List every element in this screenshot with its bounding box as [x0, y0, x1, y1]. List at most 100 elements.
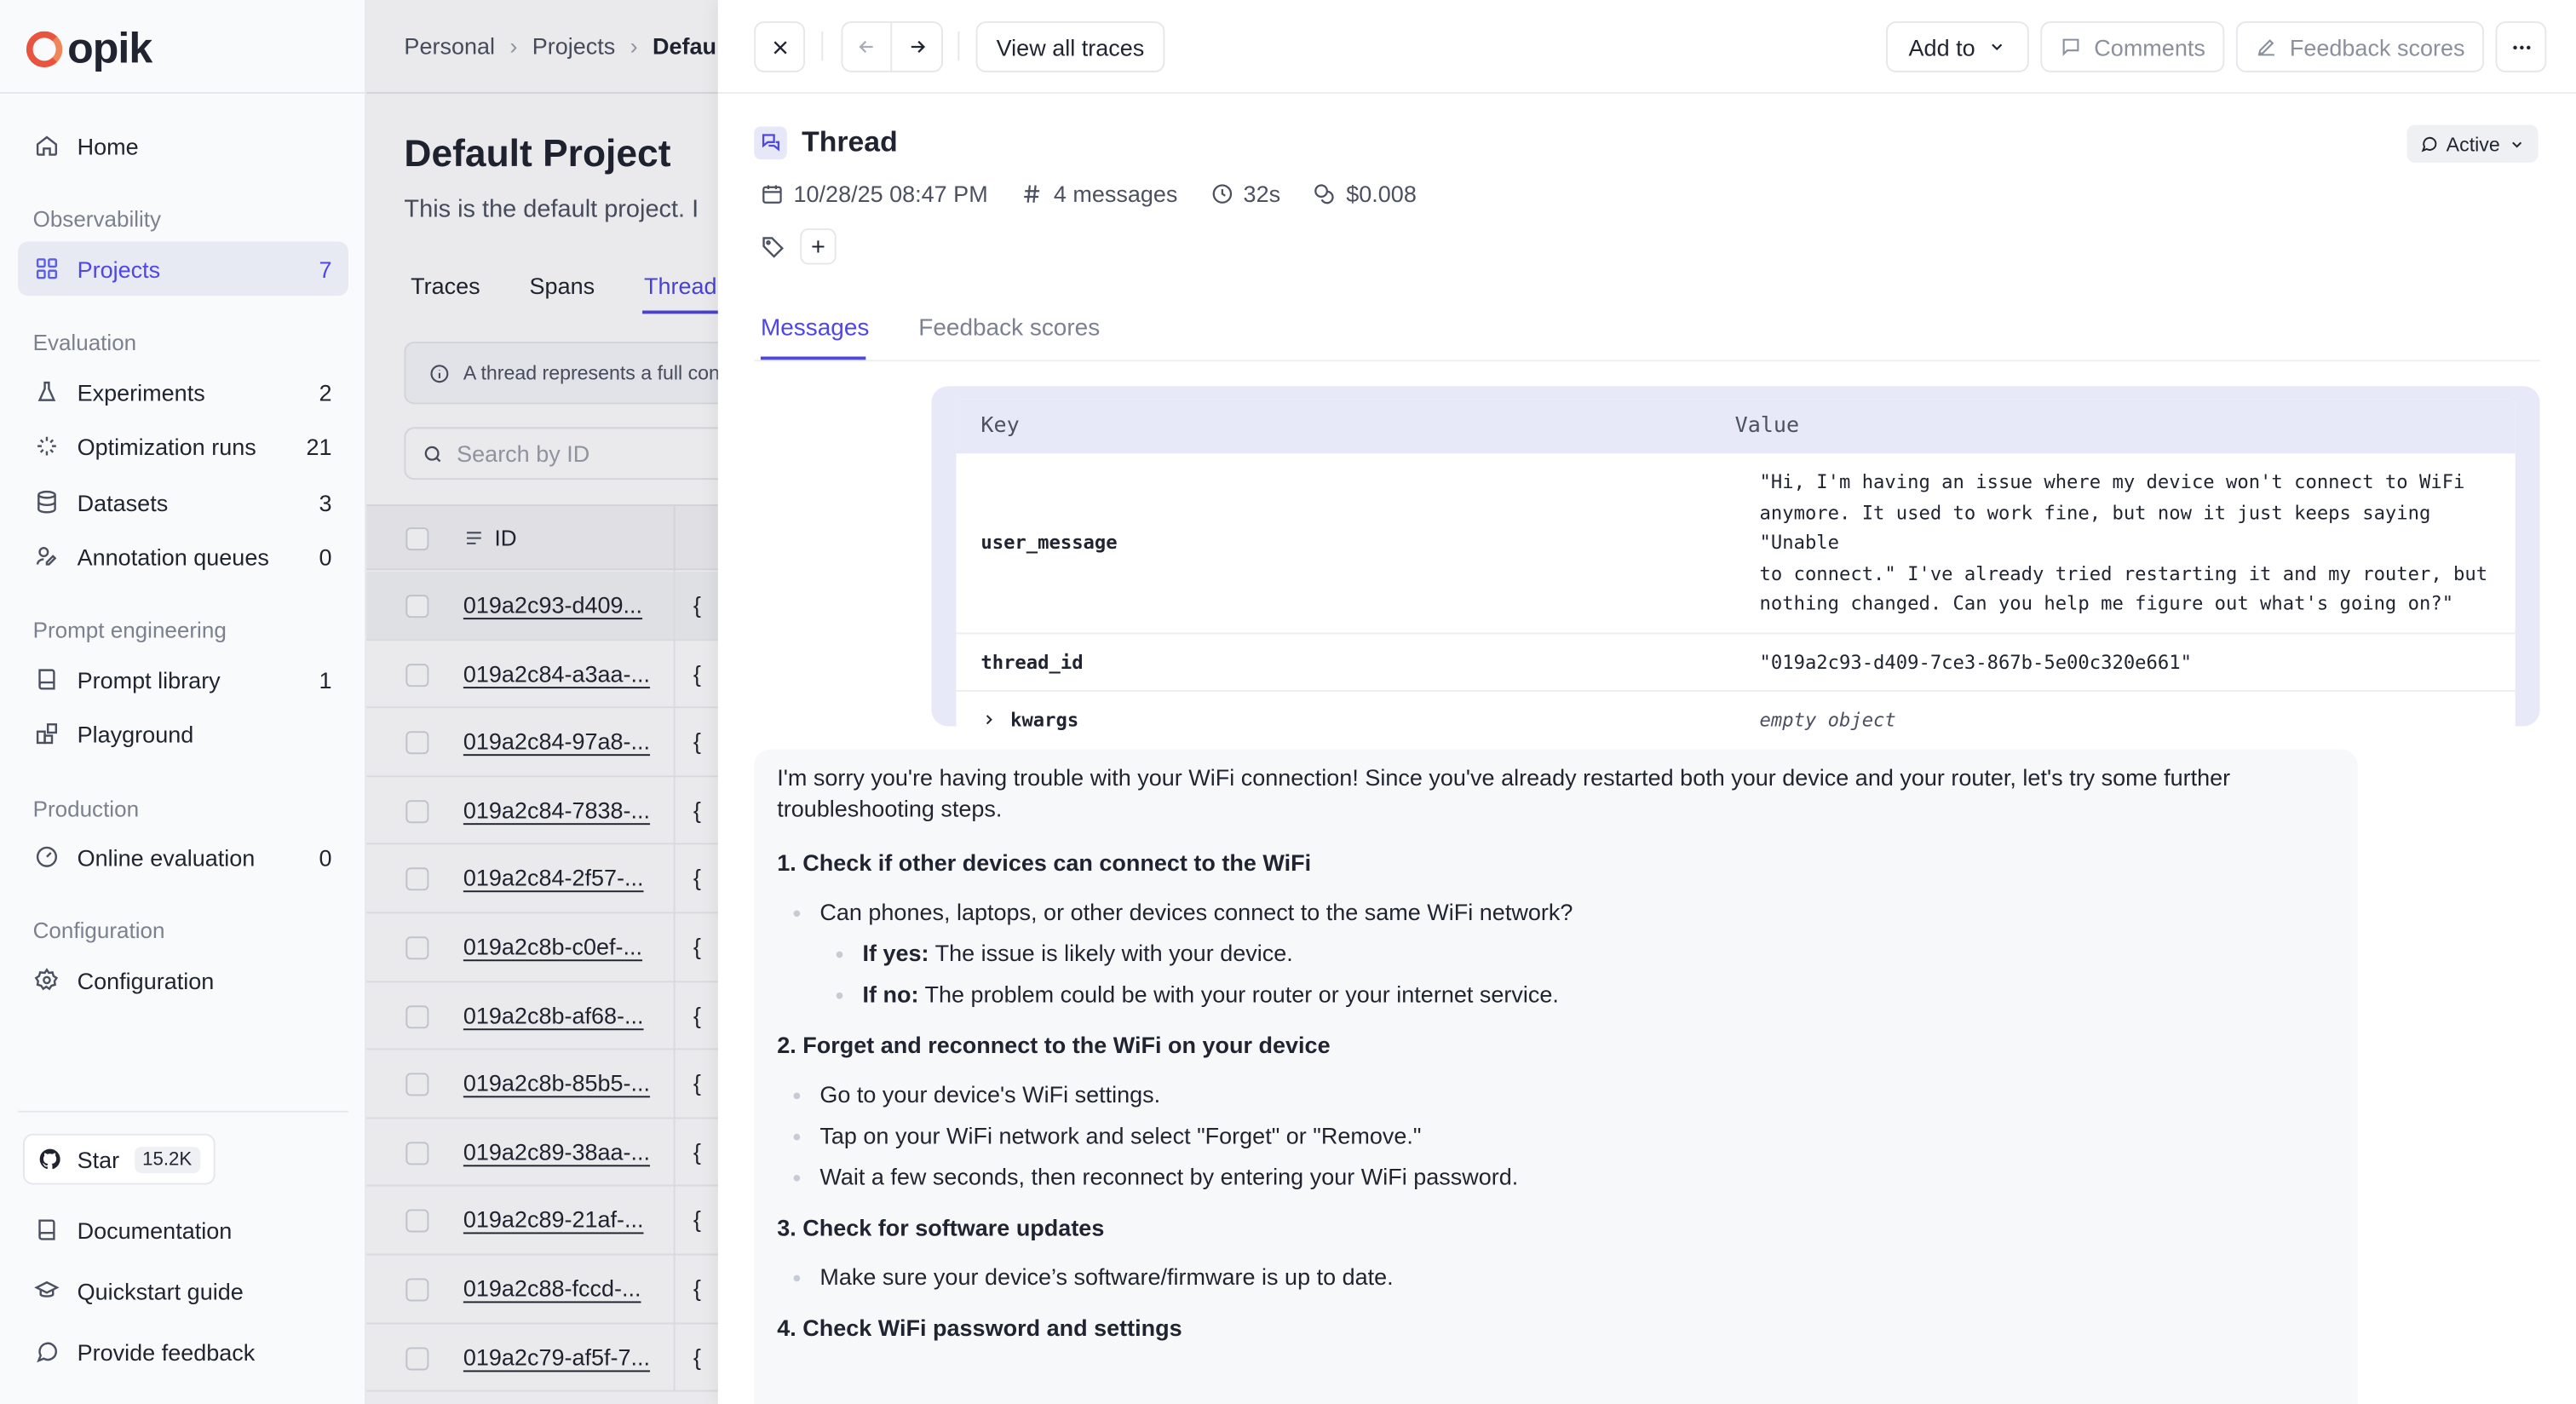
comments-button[interactable]: Comments [2040, 21, 2225, 72]
sidebar-item-label: Playground [77, 720, 194, 747]
row-checkbox[interactable] [405, 1210, 429, 1234]
tab-spans[interactable]: Spans [530, 273, 595, 299]
feedback-scores-button[interactable]: Feedback scores [2235, 21, 2485, 72]
sidebar-item-experiments[interactable]: Experiments 2 [18, 365, 348, 419]
list-item: Go to your device's WiFi settings. [777, 1079, 2334, 1111]
answer-heading: 4. Check WiFi password and settings [777, 1314, 1182, 1341]
github-star-button[interactable]: Star 15.2K [23, 1133, 216, 1185]
navigation-buttons [841, 21, 944, 72]
row-checkbox[interactable] [405, 731, 429, 755]
thread-id-link[interactable]: 019a2c8b-85b5-... [463, 1070, 650, 1096]
comment-icon [2060, 36, 2081, 57]
sidebar-item-label: Prompt library [77, 666, 221, 693]
thread-detail-panel: View all traces Add to Comments Feedback… [717, 0, 2576, 1404]
tab-feedback-scores[interactable]: Feedback scores [918, 315, 1100, 342]
answer-heading: 1. Check if other devices can connect to… [777, 849, 1312, 876]
row-checkbox[interactable] [405, 936, 429, 960]
row-checkbox[interactable] [405, 1073, 429, 1096]
row-input-preview: { [693, 659, 701, 687]
list-item-text: The problem could be with your router or… [918, 981, 1559, 1008]
sidebar-item-provide-feedback[interactable]: Provide feedback [18, 1324, 348, 1378]
page-title: Default Project [404, 131, 671, 175]
section-observability: Observability [32, 207, 162, 232]
row-checkbox[interactable] [405, 1004, 429, 1028]
answer-list: Make sure your device’s software/firmwar… [777, 1262, 2334, 1293]
user-message-bubble: Key Value user_message "Hi, I'm having a… [931, 386, 2540, 749]
thread-id-link[interactable]: 019a2c93-d409... [463, 591, 642, 618]
thread-icon [754, 125, 787, 159]
sidebar-item-count: 21 [306, 433, 332, 460]
thread-meta: 10/28/25 08:47 PM 4 messages 32s $0.008 [761, 181, 1417, 207]
chevron-right-icon: › [630, 32, 638, 60]
breadcrumb-personal[interactable]: Personal [404, 33, 495, 60]
sidebar-item-prompt-library[interactable]: Prompt library 1 [18, 653, 348, 707]
github-icon [37, 1147, 62, 1171]
sidebar-item-label: Projects [77, 255, 161, 282]
kv-key-expandable[interactable]: kwargs [956, 692, 1734, 749]
list-item: If no: The problem could be with your ro… [777, 979, 2334, 1010]
column-header-id[interactable]: ID [463, 526, 517, 550]
thread-id-link[interactable]: 019a2c8b-c0ef-... [463, 933, 642, 959]
sidebar-item-home[interactable]: Home [18, 118, 348, 173]
star-label: Star [77, 1146, 120, 1173]
thread-id-link[interactable]: 019a2c84-2f57-... [463, 865, 644, 891]
arrow-left-icon [856, 36, 877, 57]
view-all-traces-button[interactable]: View all traces [975, 21, 1165, 72]
sidebar-item-playground[interactable]: Playground [18, 706, 348, 761]
sidebar-item-label: Optimization runs [77, 433, 256, 460]
row-checkbox[interactable] [405, 595, 429, 619]
add-to-button[interactable]: Add to [1886, 21, 2029, 72]
gear-icon [34, 968, 60, 993]
sidebar-item-projects[interactable]: Projects 7 [18, 241, 348, 296]
thread-id-link[interactable]: 019a2c8b-af68-... [463, 1002, 644, 1028]
row-input-preview: { [693, 933, 701, 960]
row-checkbox[interactable] [405, 663, 429, 687]
sparkle-icon [35, 434, 60, 458]
opik-logo[interactable]: opik [26, 23, 152, 74]
kv-key-text: kwargs [1010, 708, 1079, 732]
add-tag-button[interactable]: + [800, 228, 837, 265]
close-button[interactable] [754, 21, 806, 72]
tab-messages[interactable]: Messages [761, 315, 869, 342]
thread-id-link[interactable]: 019a2c84-97a8-... [463, 728, 650, 755]
kv-row-kwargs[interactable]: kwargs empty object [956, 692, 2515, 749]
gauge-icon [35, 844, 60, 869]
meta-date-text: 10/28/25 08:47 PM [793, 181, 988, 208]
column-divider [673, 506, 676, 573]
row-checkbox[interactable] [405, 1346, 429, 1370]
graduation-icon [34, 1278, 60, 1303]
thread-id-link[interactable]: 019a2c84-a3aa-... [463, 660, 650, 687]
thread-id-link[interactable]: 019a2c79-af5f-7... [463, 1344, 650, 1370]
thread-id-link[interactable]: 019a2c84-7838-... [463, 797, 650, 823]
row-input-preview: { [693, 1206, 701, 1234]
sidebar-item-documentation[interactable]: Documentation [18, 1203, 348, 1257]
hash-icon [1021, 182, 1044, 205]
sidebar-item-annotation-queues[interactable]: Annotation queues 0 [18, 529, 348, 584]
thread-id-link[interactable]: 019a2c89-38aa-... [463, 1138, 650, 1165]
tab-traces[interactable]: Traces [411, 273, 480, 299]
sidebar-item-configuration[interactable]: Configuration [18, 953, 348, 1008]
row-checkbox[interactable] [405, 1278, 429, 1302]
opik-logo-mark [26, 30, 63, 67]
tab-threads[interactable]: Thread [644, 273, 717, 299]
sidebar-item-optimization-runs[interactable]: Optimization runs 21 [18, 419, 348, 474]
sidebar-item-quickstart-guide[interactable]: Quickstart guide [18, 1263, 348, 1318]
sidebar-item-datasets[interactable]: Datasets 3 [18, 475, 348, 529]
row-checkbox[interactable] [405, 799, 429, 823]
kv-key: user_message [980, 531, 1118, 555]
sidebar-item-online-evaluation[interactable]: Online evaluation 0 [18, 830, 348, 884]
thread-id-link[interactable]: 019a2c89-21af-... [463, 1206, 644, 1233]
next-button[interactable] [892, 21, 941, 72]
sidebar-item-label: Documentation [77, 1217, 233, 1243]
select-all-checkbox[interactable] [405, 527, 429, 551]
breadcrumb-projects[interactable]: Projects [532, 33, 616, 60]
more-options-button[interactable] [2495, 21, 2547, 72]
row-checkbox[interactable] [405, 868, 429, 892]
status-dropdown[interactable]: Active [2406, 124, 2539, 163]
row-checkbox[interactable] [405, 1141, 429, 1165]
tag-icon [761, 234, 785, 259]
list-item: Wait a few seconds, then reconnect by en… [777, 1162, 2334, 1194]
thread-id-link[interactable]: 019a2c88-fccd-... [463, 1275, 641, 1302]
meta-duration: 32s [1210, 181, 1280, 207]
previous-button[interactable] [842, 21, 893, 72]
